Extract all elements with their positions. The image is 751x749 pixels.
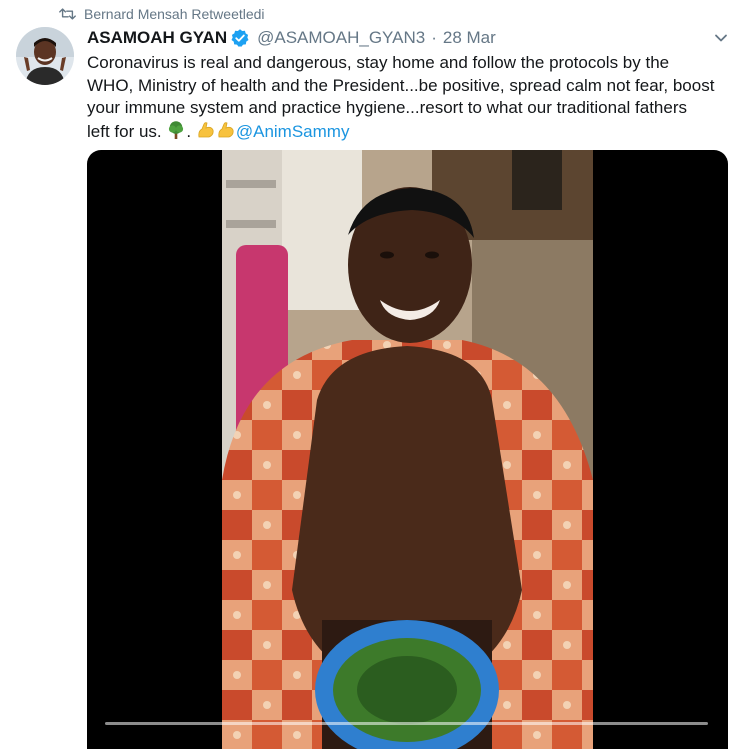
tweet-text-line: Coronavirus is real and dangerous, stay … [87, 53, 670, 72]
tweet-header: ASAMOAH GYAN @ASAMOAH_GYAN3 · 28 Mar [87, 27, 731, 49]
tweet-text-fragment: left for us. [87, 121, 167, 141]
author-name[interactable]: ASAMOAH GYAN [87, 28, 227, 48]
tweet-text-line: WHO, Ministry of health and the Presiden… [87, 75, 715, 95]
retweet-icon [59, 8, 76, 20]
flexed-biceps-emoji-icon [198, 121, 214, 137]
retweet-context[interactable]: Bernard Mensah Retweetledi [59, 5, 265, 23]
video-thumbnail[interactable] [222, 150, 593, 749]
retweet-text[interactable]: Bernard Mensah Retweetledi [84, 6, 265, 22]
author-handle[interactable]: @ASAMOAH_GYAN3 [257, 28, 425, 48]
verified-badge-icon [231, 29, 249, 47]
chevron-down-icon[interactable] [711, 28, 731, 48]
tweet-text-dot: . [186, 121, 192, 141]
separator-dot: · [431, 28, 437, 47]
mention-link[interactable]: @AnimSammy [236, 122, 350, 141]
tweet-date[interactable]: 28 Mar [443, 28, 496, 48]
video-player[interactable] [87, 150, 728, 749]
flexed-biceps-emoji-icon [218, 121, 234, 137]
avatar-photo [16, 27, 74, 85]
tweet-text: Coronavirus is real and dangerous, stay … [87, 52, 727, 143]
video-progress-bar[interactable] [105, 722, 708, 725]
tweet-text-line: your immune system and practice hygiene.… [87, 98, 688, 117]
tree-emoji-icon [169, 120, 184, 139]
video-frame-image [222, 150, 593, 749]
tweet-text-last-line: left for us. . @AnimSammy [87, 120, 727, 144]
avatar[interactable] [16, 27, 74, 85]
